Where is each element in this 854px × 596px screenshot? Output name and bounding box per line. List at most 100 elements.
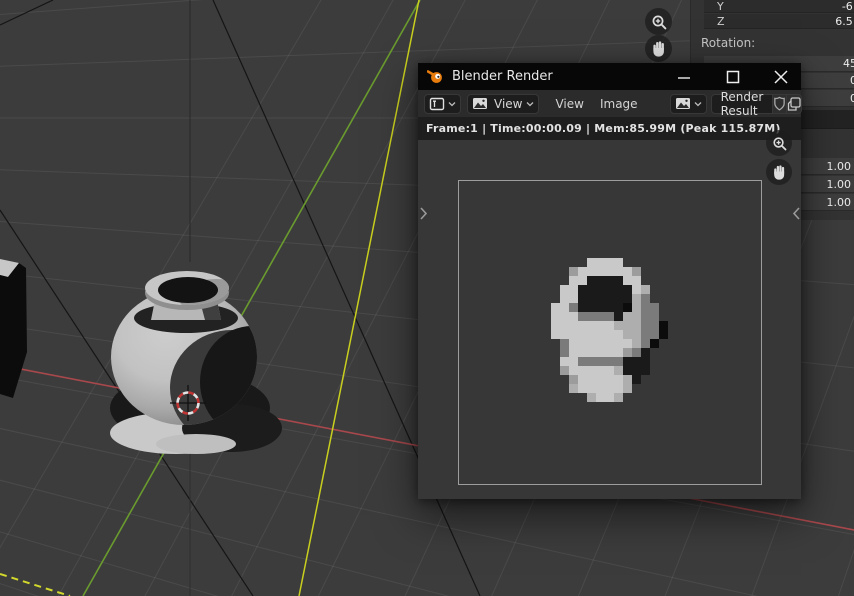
render-pixel (578, 303, 587, 312)
toolbar-expand-chevron[interactable] (419, 206, 428, 221)
image-zoom-gizmo[interactable] (766, 130, 792, 156)
sidebar-collapse-chevron[interactable] (792, 206, 801, 221)
render-pixel (605, 357, 614, 366)
render-pixel (569, 375, 578, 384)
render-pixel (569, 366, 578, 375)
render-pixel (632, 294, 641, 303)
render-pixel (587, 303, 596, 312)
render-pixel (578, 321, 587, 330)
render-pixel (578, 357, 587, 366)
render-pixel (578, 384, 587, 393)
close-button[interactable] (761, 63, 801, 90)
render-pixel (587, 366, 596, 375)
render-pixel (632, 366, 641, 375)
render-pixel (614, 330, 623, 339)
fake-user-toggle[interactable] (773, 94, 787, 114)
render-pixel (596, 366, 605, 375)
field-label: Z (704, 15, 725, 28)
editor-header: View View Image Render Result (418, 90, 801, 117)
hand-icon (650, 40, 668, 58)
render-pixel (605, 321, 614, 330)
render-pixel (605, 366, 614, 375)
render-pixel (596, 267, 605, 276)
cube-object[interactable] (0, 259, 27, 398)
render-pixel (560, 294, 569, 303)
render-pixel (560, 366, 569, 375)
render-pixel (650, 321, 659, 330)
render-pixel (587, 321, 596, 330)
image-icon (675, 97, 691, 110)
field-value: 1.00 (827, 196, 854, 209)
render-pixel (623, 384, 632, 393)
minimize-button[interactable] (664, 63, 704, 90)
render-pixel (560, 312, 569, 321)
viewport-pan-gizmo[interactable] (645, 35, 672, 62)
render-pixel (578, 312, 587, 321)
render-pixel (587, 258, 596, 267)
render-pixel (614, 366, 623, 375)
render-pixel (569, 357, 578, 366)
render-pixel (587, 357, 596, 366)
render-pixel (596, 348, 605, 357)
frustum-line (0, 0, 53, 25)
render-pixel (605, 267, 614, 276)
blender-logo-icon (427, 70, 444, 84)
field-value: 0 (850, 92, 854, 105)
render-pixel (560, 357, 569, 366)
render-pixel (650, 312, 659, 321)
render-pixel (623, 312, 632, 321)
datablock-name: Render Result (721, 90, 764, 118)
y-axis-line (83, 0, 420, 596)
maximize-button[interactable] (713, 63, 753, 90)
render-pixel (632, 357, 641, 366)
editor-type-dropdown[interactable] (424, 94, 461, 114)
render-pixel (560, 339, 569, 348)
cube-dark-faces (0, 263, 27, 398)
pot-object[interactable] (110, 271, 304, 454)
render-pixel (605, 312, 614, 321)
render-pixel (551, 330, 560, 339)
image-datablock-field[interactable]: Render Result (711, 94, 774, 114)
render-pixel (587, 348, 596, 357)
render-pixel (569, 285, 578, 294)
render-pixel (569, 330, 578, 339)
render-pixel (578, 276, 587, 285)
render-pixel (596, 384, 605, 393)
render-pixel (605, 285, 614, 294)
location-z-field[interactable]: Z 6.5 m (704, 14, 854, 29)
window-titlebar[interactable]: Blender Render (418, 63, 801, 90)
hand-icon (771, 164, 788, 181)
render-pixel (632, 285, 641, 294)
blender-screen: Y -6 m Z 6.5 m Rotation: 45 0 0 1.00 1.0… (0, 0, 854, 596)
render-pixel (578, 339, 587, 348)
render-pixel (641, 357, 650, 366)
render-pixel (596, 330, 605, 339)
render-pixel (551, 312, 560, 321)
rendered-pot-image (551, 258, 668, 402)
render-pixel (605, 276, 614, 285)
render-pixel (560, 303, 569, 312)
render-pixel (650, 303, 659, 312)
field-value: 6.5 m (835, 15, 854, 28)
viewport-zoom-gizmo[interactable] (645, 8, 672, 35)
render-pixel (596, 375, 605, 384)
menu-view[interactable]: View (547, 97, 591, 111)
render-pixel (632, 321, 641, 330)
render-pixel (605, 330, 614, 339)
display-channels-dropdown[interactable]: View (467, 94, 539, 114)
field-value: 45 (843, 57, 854, 70)
location-y-field[interactable]: Y -6 m (704, 0, 854, 13)
menu-image[interactable]: Image (592, 97, 646, 111)
new-image-button[interactable] (787, 94, 802, 114)
render-pixel (578, 375, 587, 384)
render-pixel (596, 258, 605, 267)
render-pixel (632, 303, 641, 312)
render-image-area[interactable] (418, 140, 801, 499)
render-pixel (596, 393, 605, 402)
field-value: 0 (850, 74, 854, 87)
render-pixel (632, 375, 641, 384)
render-pixel (623, 294, 632, 303)
image-browse-dropdown[interactable] (670, 94, 707, 114)
magnifier-plus-icon (771, 135, 788, 152)
image-pan-gizmo[interactable] (766, 159, 792, 185)
